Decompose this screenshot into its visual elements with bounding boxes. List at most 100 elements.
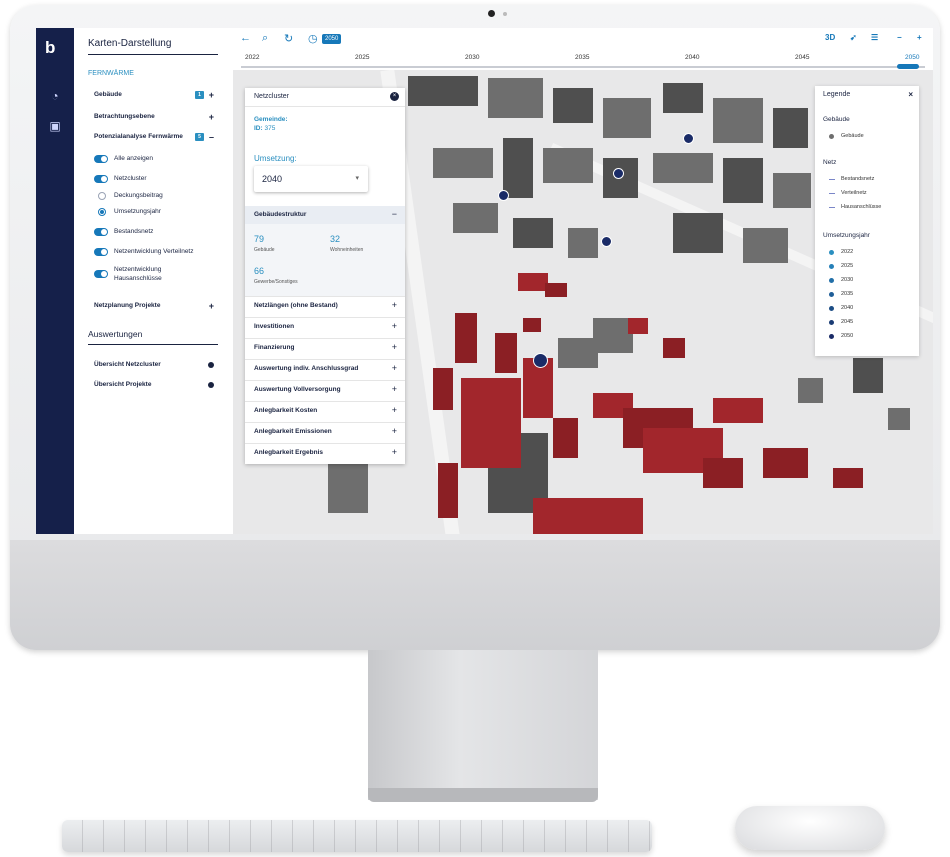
zoom-out-icon[interactable]: − <box>897 33 902 42</box>
year-chip[interactable]: 2050 <box>322 34 342 44</box>
expand-icon[interactable]: + <box>392 321 397 331</box>
sidebar-item-uebersicht-netzcluster[interactable]: Übersicht Netzcluster <box>94 359 214 371</box>
section-netzlaengen[interactable]: Netzlängen (ohne Bestand) + <box>245 296 405 317</box>
arrow-circle-icon[interactable] <box>208 362 214 368</box>
legend-item: 2022 <box>841 249 854 255</box>
legend-item: Verteilnetz <box>841 190 867 196</box>
sidebar-item-potenzialanalyse[interactable]: Potenzialanalyse Fernwärme 5 – <box>94 131 214 143</box>
expand-icon[interactable]: + <box>209 111 214 123</box>
section-anlegbarkeit-emissionen[interactable]: Anlegbarkeit Emissionen + <box>245 422 405 443</box>
sidebar-item-betrachtungsebene[interactable]: Betrachtungsebene + <box>94 111 214 123</box>
toggle-bestandsnetz[interactable] <box>94 228 108 236</box>
toggle-alle-anzeigen[interactable] <box>94 155 108 163</box>
building <box>853 358 883 393</box>
legend-panel: Legende × Gebäude Gebäude Netz Bestandsn… <box>815 86 919 356</box>
building <box>773 173 811 208</box>
legend-item: 2030 <box>841 277 854 283</box>
building <box>773 108 808 148</box>
sidebar-item-label: Übersicht Projekte <box>94 381 152 388</box>
stat-label: Wohneinheiten <box>330 247 364 253</box>
sidebar-item-label: Netzplanung Projekte <box>94 302 161 309</box>
search-icon[interactable]: ⌕ <box>262 32 268 45</box>
layer-list-icon[interactable]: ☰ <box>871 33 878 42</box>
expand-icon[interactable]: + <box>392 447 397 457</box>
building <box>488 78 543 118</box>
sidebar-item-label: Betrachtungsebene <box>94 113 155 120</box>
sidebar-item-gebaeude[interactable]: Gebäude 1 + <box>94 89 214 101</box>
section-anlegbarkeit-kosten[interactable]: Anlegbarkeit Kosten + <box>245 401 405 422</box>
expand-icon[interactable]: + <box>392 300 397 310</box>
building <box>603 98 651 138</box>
toggle-netzentwicklung-hausanschluesse[interactable] <box>94 270 108 278</box>
building <box>408 76 478 106</box>
year-timeline[interactable]: 2022 2025 2030 2035 2040 2045 2050 <box>233 50 933 70</box>
count-badge: 1 <box>195 91 204 99</box>
legend-item: 2025 <box>841 263 854 269</box>
cluster-building <box>663 338 685 358</box>
collapse-icon[interactable]: – <box>209 131 214 143</box>
back-arrow-icon[interactable]: ← <box>240 32 251 44</box>
legend-title: Legende <box>823 91 851 98</box>
year-swatch <box>829 320 834 325</box>
expand-icon[interactable]: + <box>392 363 397 373</box>
sidebar-item-label: Gebäude <box>94 91 122 98</box>
radio-umsetzungsjahr[interactable] <box>98 208 106 216</box>
toggle-netzcluster[interactable] <box>94 175 108 183</box>
section-label: FERNWÄRME <box>88 70 134 77</box>
sidebar-item-netzplanung[interactable]: Netzplanung Projekte + <box>94 300 214 312</box>
section-investitionen[interactable]: Investitionen + <box>245 317 405 338</box>
section-vollversorgung[interactable]: Auswertung Vollversorgung + <box>245 380 405 401</box>
selected-node-icon[interactable] <box>533 353 548 368</box>
map-layers-icon[interactable]: ▣ <box>47 118 63 134</box>
building <box>503 138 533 198</box>
radio-deckungsbeitrag[interactable] <box>98 192 106 200</box>
expand-icon[interactable]: + <box>392 426 397 436</box>
network-node-icon[interactable] <box>498 190 509 201</box>
building <box>798 378 823 403</box>
close-icon[interactable]: × <box>390 92 399 101</box>
dashboard-icon[interactable]: ◔ <box>47 88 63 104</box>
timeline-track[interactable] <box>241 66 925 68</box>
collapse-icon[interactable]: − <box>392 209 397 219</box>
expand-icon[interactable]: + <box>209 300 214 312</box>
map-view[interactable]: ← ⌕ ↻ ◷ 2050 3D ➹ ☰ − + 2022 2025 2030 2… <box>233 28 933 534</box>
expand-icon[interactable]: + <box>392 384 397 394</box>
panel-title: Netzcluster <box>254 93 290 100</box>
building <box>663 83 703 113</box>
timeline-handle[interactable] <box>897 64 919 69</box>
network-node-icon[interactable] <box>601 236 612 247</box>
section-gebaeudestruktur[interactable]: Gebäudestruktur − <box>245 206 405 224</box>
umsetzung-select[interactable]: 2040 ▾ <box>254 166 368 192</box>
section-label: Anlegbarkeit Emissionen <box>254 428 332 435</box>
select-value: 2040 <box>262 174 283 184</box>
arrow-circle-icon[interactable] <box>208 382 214 388</box>
year-swatch <box>829 292 834 297</box>
section-anschlussgrad[interactable]: Auswertung indiv. Anschlussgrad + <box>245 359 405 380</box>
refresh-icon[interactable]: ↻ <box>284 32 293 45</box>
network-node-icon[interactable] <box>613 168 624 179</box>
zoom-in-icon[interactable]: + <box>917 33 922 42</box>
history-icon[interactable]: ◷ <box>308 32 318 45</box>
toggle-label: Hausanschlüsse <box>114 275 162 282</box>
close-icon[interactable]: × <box>908 90 913 99</box>
section-finanzierung[interactable]: Finanzierung + <box>245 338 405 359</box>
cursor-icon[interactable]: ➹ <box>850 33 857 42</box>
sidebar: Karten-Darstellung FERNWÄRME Gebäude 1 +… <box>74 28 233 534</box>
section-label: Auswertung indiv. Anschlussgrad <box>254 365 359 372</box>
timeline-tick: 2040 <box>685 54 700 61</box>
legend-heading: Umsetzungsjahr <box>823 232 870 239</box>
toggle-netzentwicklung-verteilnetz[interactable] <box>94 248 108 256</box>
timeline-tick: 2025 <box>355 54 370 61</box>
cluster-building <box>533 498 643 534</box>
stat-label: Gebäude <box>254 247 275 253</box>
expand-icon[interactable]: + <box>392 405 397 415</box>
sidebar-item-uebersicht-projekte[interactable]: Übersicht Projekte <box>94 379 214 391</box>
expand-icon[interactable]: + <box>209 89 214 101</box>
network-node-icon[interactable] <box>683 133 694 144</box>
legend-item: 2050 <box>841 333 854 339</box>
section-anlegbarkeit-ergebnis[interactable]: Anlegbarkeit Ergebnis + <box>245 443 405 464</box>
expand-icon[interactable]: + <box>392 342 397 352</box>
year-swatch <box>829 278 834 283</box>
building <box>433 148 493 178</box>
3d-toggle-button[interactable]: 3D <box>825 33 835 42</box>
